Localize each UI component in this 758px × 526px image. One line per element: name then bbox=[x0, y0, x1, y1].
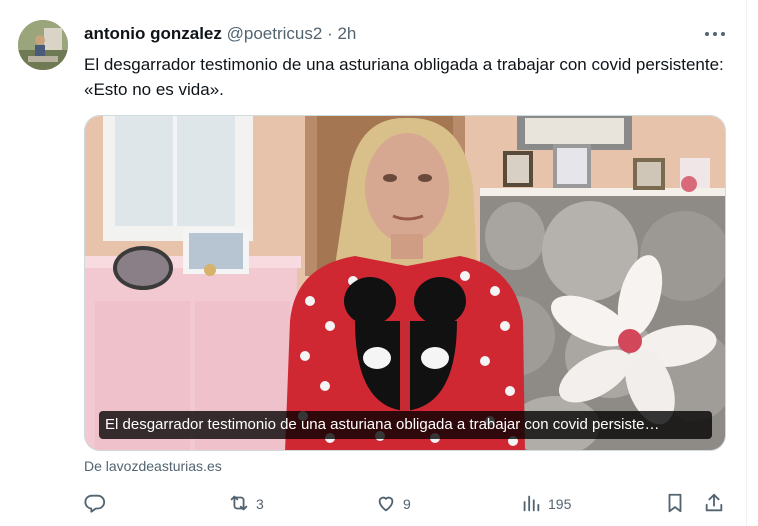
media-card[interactable]: El desgarrador testimonio de una asturia… bbox=[84, 115, 726, 451]
share-icon bbox=[703, 492, 725, 517]
link-source[interactable]: De lavozdeasturias.es bbox=[84, 458, 222, 474]
more-horizontal-icon[interactable] bbox=[702, 22, 728, 46]
header-separator: · bbox=[327, 24, 333, 43]
like-count: 9 bbox=[403, 496, 411, 512]
views-count: 195 bbox=[548, 496, 572, 512]
avatar[interactable] bbox=[18, 20, 68, 70]
video-caption: El desgarrador testimonio de una asturia… bbox=[99, 411, 712, 439]
author-name[interactable]: antonio gonzalez bbox=[84, 24, 222, 43]
reply-button[interactable] bbox=[84, 490, 106, 518]
retweet-icon bbox=[228, 492, 250, 517]
tweet-header: antonio gonzalez @poetricus2 · 2h bbox=[84, 22, 356, 46]
share-button[interactable] bbox=[703, 490, 725, 518]
views-button[interactable]: 195 bbox=[520, 490, 571, 518]
retweet-button[interactable]: 3 bbox=[228, 490, 264, 518]
bookmark-button[interactable] bbox=[664, 490, 686, 518]
views-chart-icon bbox=[520, 492, 542, 517]
like-button[interactable]: 9 bbox=[375, 490, 411, 518]
tweet-actions: 3 9 195 bbox=[0, 490, 758, 520]
video-thumbnail[interactable] bbox=[85, 116, 726, 451]
reply-icon bbox=[84, 492, 106, 517]
bookmark-icon bbox=[664, 492, 686, 517]
timeline-divider bbox=[746, 0, 747, 526]
author-handle[interactable]: @poetricus2 bbox=[227, 24, 323, 43]
heart-icon bbox=[375, 492, 397, 517]
retweet-count: 3 bbox=[256, 496, 264, 512]
tweet-text: El desgarrador testimonio de una asturia… bbox=[84, 55, 724, 99]
tweet-time[interactable]: 2h bbox=[337, 24, 356, 43]
